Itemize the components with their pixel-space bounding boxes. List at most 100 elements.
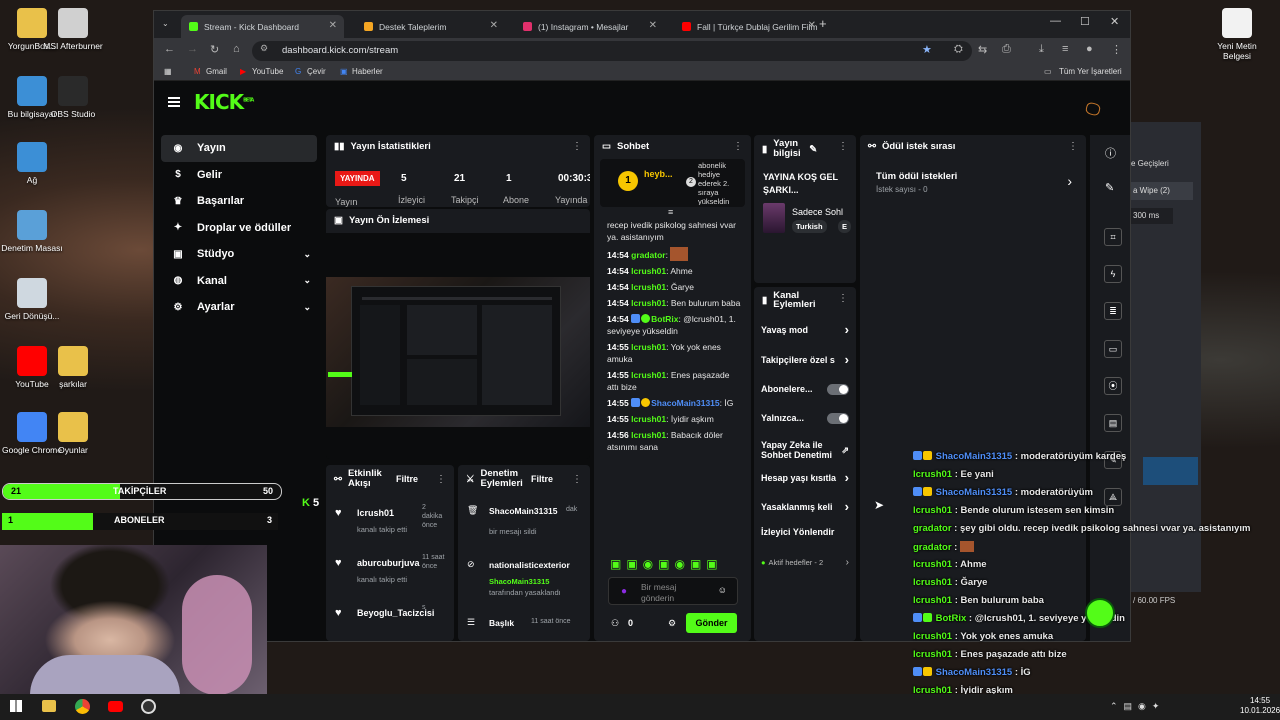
- chat-username[interactable]: lcrush01: [631, 282, 666, 292]
- maximize-icon[interactable]: ☐: [1080, 15, 1090, 28]
- site-info-icon[interactable]: ⚙: [260, 43, 268, 54]
- desktop-icon[interactable]: Yeni Metin Belgesi: [1205, 8, 1269, 61]
- bookmark-star-icon[interactable]: ★: [922, 43, 932, 56]
- tab-close-icon[interactable]: ✕: [490, 20, 498, 31]
- clock[interactable]: 14:55 10.01.2026: [1240, 696, 1280, 716]
- emote-row[interactable]: ▣▣◉▣◉▣▣: [610, 557, 723, 571]
- chat-username[interactable]: lcrush01: [631, 430, 666, 440]
- kick-logo[interactable]: KICKBETA: [194, 90, 254, 114]
- reload-icon[interactable]: ↻: [210, 43, 219, 56]
- start-button-icon[interactable]: [10, 700, 22, 712]
- print-icon[interactable]: ⎙: [1002, 43, 1011, 56]
- user-avatar-icon[interactable]: [1084, 101, 1102, 117]
- moderation-target[interactable]: ShacoMain31315: [489, 506, 577, 516]
- home-icon[interactable]: ⌂: [233, 43, 240, 55]
- url-input[interactable]: dashboard.kick.com/stream: [252, 41, 972, 61]
- moderation-target[interactable]: nationalisticexterior: [489, 560, 577, 570]
- channel-action[interactable]: Yapay Zeka ile Sohbet Denetimi ⇗: [761, 440, 849, 460]
- obs-taskbar-icon[interactable]: [141, 699, 156, 714]
- new-tab-button[interactable]: +: [819, 16, 827, 31]
- chat-username[interactable]: ShacoMain31315: [651, 398, 720, 408]
- channel-action[interactable]: Yasaklanmış keli ›: [761, 500, 849, 513]
- channel-action[interactable]: Yavaş mod ›: [761, 323, 849, 336]
- desktop-icon[interactable]: OBS Studio: [41, 76, 105, 119]
- stats-menu-icon[interactable]: ⋮: [572, 141, 582, 152]
- sidebar-item[interactable]: ◍ Kanal ⌄: [161, 268, 317, 295]
- rail-layout-icon[interactable]: ▤: [1104, 414, 1122, 432]
- rail-notes-icon[interactable]: ≣: [1104, 302, 1122, 320]
- browser-tab[interactable]: (1) Instagram • Mesajlar ✕: [515, 15, 664, 38]
- moderation-menu-icon[interactable]: ⋮: [572, 474, 582, 485]
- download-icon[interactable]: ⤓: [1039, 43, 1044, 56]
- channel-action[interactable]: Abonelere...: [761, 383, 849, 395]
- info-circle-icon[interactable]: ⓘ: [1105, 145, 1116, 161]
- chat-username[interactable]: gradator: [631, 250, 665, 260]
- bookmark-youtube[interactable]: YouTube: [252, 67, 283, 76]
- active-goals[interactable]: ● Aktif hedefler - 2 ›: [761, 557, 849, 568]
- browser-tab[interactable]: Fall | Türkçe Dublaj Gerilim Film ✕: [674, 15, 823, 38]
- close-window-icon[interactable]: ✕: [1110, 15, 1119, 28]
- sidebar-item[interactable]: ◉ Yayın: [161, 135, 317, 162]
- tab-close-icon[interactable]: ✕: [329, 20, 337, 31]
- chat-users-icon[interactable]: ⚇: [611, 618, 619, 629]
- channel-action[interactable]: Takipçilere özel s ›: [761, 353, 849, 366]
- edit-info-icon[interactable]: ✎: [809, 144, 817, 155]
- chat-username[interactable]: lcrush01: [631, 298, 666, 308]
- sidebar-item[interactable]: ▣ Stüdyo ⌄: [161, 241, 317, 268]
- browser-tab[interactable]: Destek Taleplerim ✕: [356, 15, 505, 38]
- sidebar-item[interactable]: ✦ Droplar ve ödüller: [161, 215, 317, 242]
- youtube-taskbar-icon[interactable]: [108, 701, 123, 712]
- chat-username[interactable]: lcrush01: [631, 370, 666, 380]
- media-icon[interactable]: ≡: [1062, 43, 1068, 55]
- chat-input[interactable]: ● Bir mesaj gönderin ☺: [608, 577, 738, 605]
- activity-menu-icon[interactable]: ⋮: [436, 474, 446, 485]
- translate-icon[interactable]: ⇆: [978, 43, 987, 56]
- send-button[interactable]: Gönder: [686, 613, 737, 633]
- hamburger-menu-icon[interactable]: [168, 101, 180, 103]
- activity-filter-button[interactable]: Filtre: [396, 474, 418, 484]
- sidebar-item[interactable]: ⚙ Ayarlar ⌄: [161, 294, 317, 321]
- explorer-icon[interactable]: [42, 700, 56, 712]
- edit-layout-icon[interactable]: ✎: [1105, 181, 1114, 194]
- chat-username[interactable]: lcrush01: [631, 414, 666, 424]
- tab-search-icon[interactable]: ⌄: [162, 19, 169, 28]
- sidebar-item[interactable]: $ Gelir: [161, 162, 317, 189]
- desktop-icon[interactable]: Denetim Masası: [0, 210, 64, 253]
- rail-flash-icon[interactable]: ϟ: [1104, 265, 1122, 283]
- rail-share-icon[interactable]: ⟁: [1104, 488, 1122, 506]
- desktop-icon[interactable]: Ağ: [0, 142, 64, 185]
- back-icon[interactable]: ←: [164, 43, 175, 55]
- apps-grid-icon[interactable]: ▦: [164, 67, 172, 76]
- chat-settings-icon[interactable]: ⚙: [668, 618, 676, 629]
- obs-duration-input[interactable]: 300 ms: [1131, 208, 1173, 224]
- desktop-icon[interactable]: Oyunlar: [41, 412, 105, 455]
- tray-icons[interactable]: ⌃▤◉✦: [1110, 701, 1165, 712]
- activity-user[interactable]: lcrush01: [357, 508, 417, 518]
- kick-support-icon[interactable]: [1085, 598, 1115, 628]
- browser-tab[interactable]: Stream - Kick Dashboard ✕: [181, 15, 344, 38]
- chat-menu-icon[interactable]: ⋮: [733, 141, 743, 152]
- info-menu-icon[interactable]: ⋮: [838, 141, 848, 152]
- bookmark-gmail[interactable]: Gmail: [206, 67, 227, 76]
- profile-icon[interactable]: ●: [1086, 43, 1093, 55]
- toggle-switch[interactable]: [827, 412, 849, 424]
- extension-icon[interactable]: ⛭: [954, 43, 963, 56]
- channel-action[interactable]: Hesap yaşı kısıtla ›: [761, 471, 849, 484]
- minimize-icon[interactable]: —: [1050, 15, 1061, 27]
- desktop-icon[interactable]: MSI Afterburner: [41, 8, 105, 51]
- sidebar-item[interactable]: ♛ Başarılar: [161, 188, 317, 215]
- rail-chat-icon[interactable]: ▭: [1104, 340, 1122, 358]
- all-bookmarks[interactable]: Tüm Yer İşaretleri: [1059, 67, 1122, 76]
- forward-icon[interactable]: →: [187, 43, 198, 55]
- rail-screenshot-icon[interactable]: ⌗: [1104, 228, 1122, 246]
- chat-username[interactable]: lcrush01: [631, 342, 666, 352]
- obs-transition-select[interactable]: a Wipe (2): [1131, 182, 1193, 200]
- channel-action[interactable]: Yalnızca...: [761, 412, 849, 424]
- desktop-icon[interactable]: şarkılar: [41, 346, 105, 389]
- tab-close-icon[interactable]: ✕: [649, 20, 657, 31]
- chrome-taskbar-icon[interactable]: [75, 699, 90, 714]
- menu-kebab-icon[interactable]: ⋮: [1111, 43, 1122, 56]
- chat-username[interactable]: lcrush01: [631, 266, 666, 276]
- bookmark-cevir[interactable]: Çevir: [307, 67, 326, 76]
- tab-close-icon[interactable]: ✕: [808, 20, 816, 31]
